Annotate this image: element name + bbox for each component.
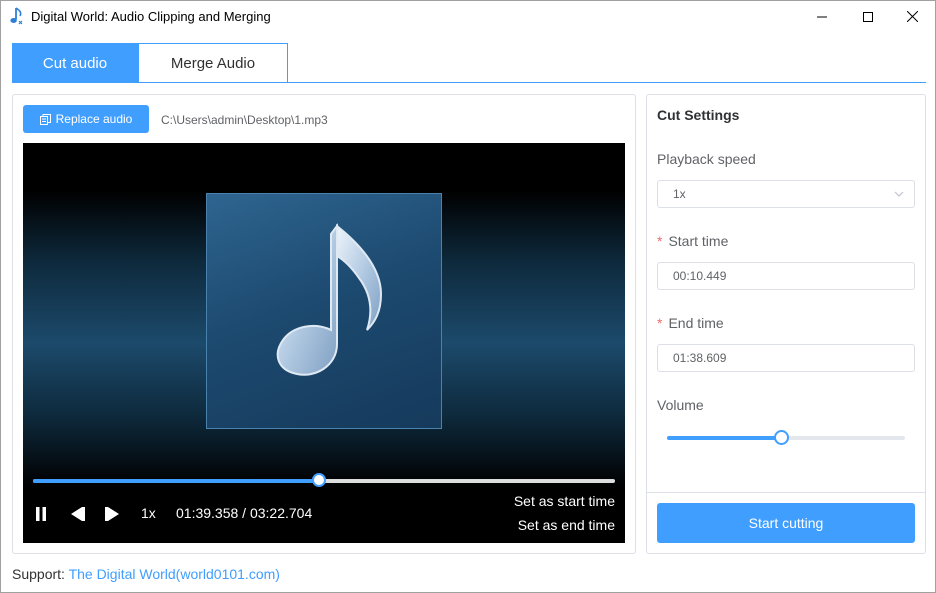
tab-divider	[12, 82, 926, 83]
music-note-icon	[276, 223, 383, 376]
set-start-time-button[interactable]: Set as start time	[514, 493, 615, 509]
support-label: Support:	[12, 566, 69, 582]
audio-player[interactable]: 1x 01:39.358 / 03:22.704 Set as start ti…	[23, 143, 625, 543]
window-title: Digital World: Audio Clipping and Mergin…	[31, 9, 271, 24]
required-mark: *	[657, 233, 663, 249]
playback-speed-value: 1x	[673, 187, 686, 201]
step-back-icon	[71, 507, 85, 521]
support-link[interactable]: The Digital World(world0101.com)	[69, 566, 280, 582]
end-time-label: End time	[668, 315, 724, 331]
close-icon	[906, 11, 918, 22]
replace-audio-label: Replace audio	[55, 112, 133, 126]
volume-thumb[interactable]	[774, 430, 790, 445]
cut-settings-panel: Cut Settings Playback speed 1x * Start ti…	[646, 94, 926, 554]
tab-merge-audio[interactable]: Merge Audio	[138, 43, 288, 83]
start-time-input[interactable]: 00:10.449	[657, 262, 915, 290]
end-time-label-row: * End time	[657, 315, 724, 331]
copy-icon	[39, 113, 51, 125]
progress-fill	[33, 479, 319, 483]
album-art	[206, 193, 442, 429]
volume-fill	[667, 436, 782, 440]
progress-slider[interactable]	[33, 473, 615, 487]
step-back-button[interactable]	[67, 505, 87, 523]
file-path: C:\Users\admin\Desktop\1.mp3	[161, 113, 328, 127]
start-time-label: Start time	[668, 233, 729, 249]
volume-slider[interactable]	[667, 430, 905, 445]
chevron-down-icon	[894, 191, 904, 197]
player-panel: Replace audio C:\Users\admin\Desktop\1.m…	[12, 94, 636, 554]
pause-button[interactable]	[31, 505, 51, 523]
minimize-button[interactable]	[799, 1, 845, 32]
music-note-icon	[10, 7, 23, 25]
progress-thumb[interactable]	[311, 473, 326, 487]
playback-speed-label: Playback speed	[657, 151, 756, 167]
close-button[interactable]	[889, 1, 935, 32]
end-time-input[interactable]: 01:38.609	[657, 344, 915, 372]
maximize-icon	[863, 11, 873, 22]
title-bar: Digital World: Audio Clipping and Mergin…	[1, 1, 935, 32]
player-speed[interactable]: 1x	[141, 505, 156, 521]
settings-title: Cut Settings	[657, 107, 740, 123]
required-mark: *	[657, 315, 663, 331]
minimize-icon	[817, 16, 827, 17]
start-cutting-button[interactable]: Start cutting	[657, 503, 915, 543]
volume-label: Volume	[657, 397, 704, 413]
replace-audio-button[interactable]: Replace audio	[23, 105, 149, 133]
playback-speed-select[interactable]: 1x	[657, 180, 915, 208]
tab-cut-audio[interactable]: Cut audio	[12, 43, 138, 83]
start-time-label-row: * Start time	[657, 233, 728, 249]
set-end-time-button[interactable]: Set as end time	[518, 517, 615, 533]
settings-divider	[647, 492, 925, 493]
maximize-button[interactable]	[845, 1, 891, 32]
start-time-value: 00:10.449	[673, 269, 727, 283]
step-forward-icon	[105, 507, 119, 521]
pause-icon	[36, 507, 46, 521]
end-time-value: 01:38.609	[673, 351, 727, 365]
step-forward-button[interactable]	[103, 505, 123, 523]
support-line: Support: The Digital World(world0101.com…	[12, 566, 280, 582]
app-window: Digital World: Audio Clipping and Mergin…	[0, 0, 936, 593]
player-time: 01:39.358 / 03:22.704	[176, 505, 313, 521]
